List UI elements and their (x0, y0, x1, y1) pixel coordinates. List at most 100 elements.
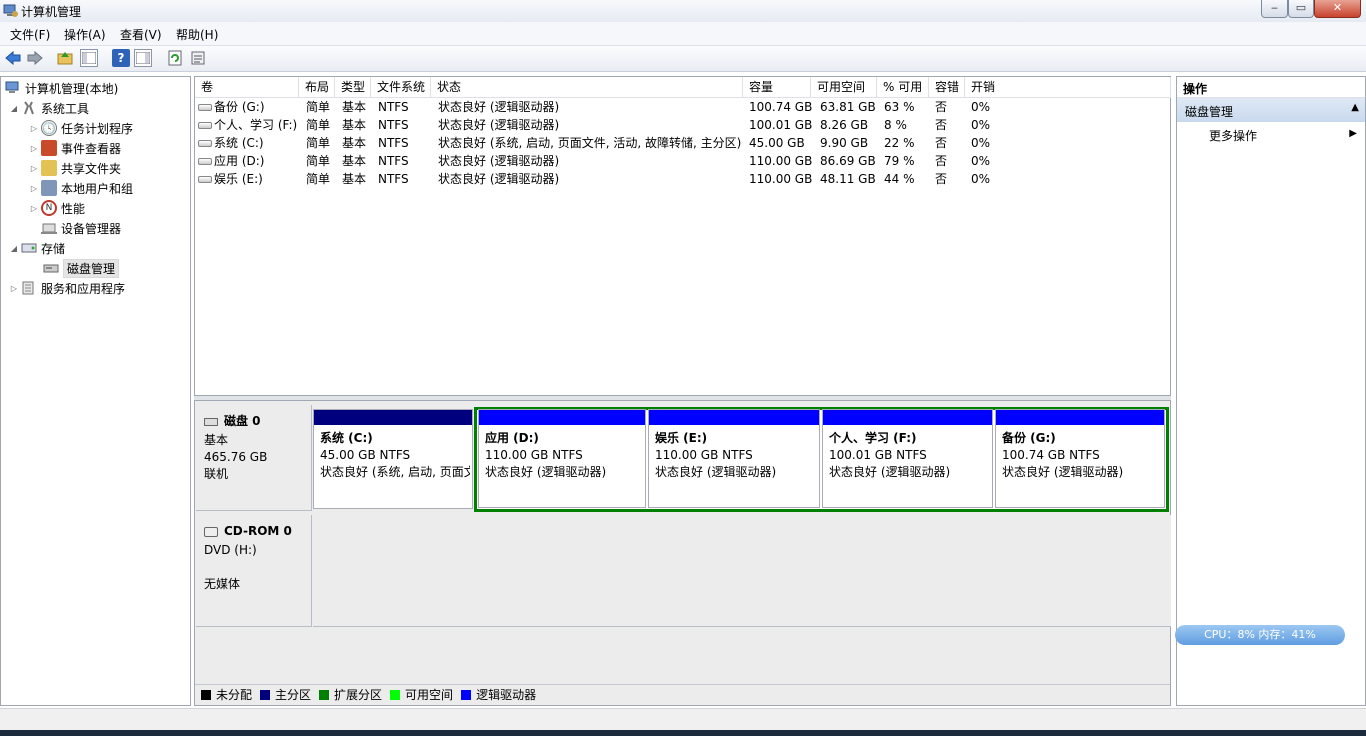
cdrom-kind: DVD (H:) (204, 543, 257, 557)
legend-item: 逻辑驱动器 (461, 686, 536, 703)
volume-status: 状态良好 (系统, 启动, 页面文件, 活动, 故障转储, 主分区) (438, 136, 742, 150)
column-header-layout[interactable]: 布局 (299, 77, 335, 98)
maximize-button[interactable]: ▭ (1288, 0, 1314, 18)
tree-item-label: 共享文件夹 (61, 161, 122, 176)
legend-item: 可用空间 (390, 686, 453, 703)
close-button[interactable]: ✕ (1314, 0, 1361, 18)
collapsed-arrow-icon[interactable]: ▷ (29, 164, 39, 173)
partition-g[interactable]: 备份 (G:) 100.74 GB NTFS 状态良好 (逻辑驱动器) (995, 409, 1165, 508)
table-row[interactable]: 个人、学习 (F:) (198, 116, 298, 134)
table-row[interactable]: 备份 (G:) (198, 98, 298, 116)
partition-bar (649, 410, 819, 425)
hard-disk-icon (204, 417, 218, 426)
expanded-arrow-icon[interactable]: ◢ (9, 244, 19, 253)
column-header-filesystem[interactable]: 文件系统 (371, 77, 431, 98)
more-actions-item[interactable]: 更多操作 ▶ (1177, 125, 1365, 145)
volume-overhead: 0% (971, 100, 991, 114)
tree-item-system-tools[interactable]: ◢ 系统工具 (9, 98, 89, 118)
table-row[interactable]: 娱乐 (E:) (198, 170, 298, 188)
volume-overhead: 0% (971, 154, 991, 168)
partition-status: 状态良好 (系统, 启动, 页面文件, 活动, 故障转储, 主分区) (320, 465, 470, 479)
volume-capacity: 110.00 GB (749, 172, 813, 186)
volume-fault-tolerance: 否 (935, 136, 948, 150)
partition-c[interactable]: 系统 (C:) 45.00 GB NTFS 状态良好 (系统, 启动, 页面文件, … (313, 409, 473, 509)
partition-name: 个人、学习 (F:) (829, 431, 917, 445)
cdrom-media-area[interactable] (313, 515, 1171, 627)
device-manager-icon (41, 220, 57, 236)
volume-filesystem: NTFS (378, 172, 409, 186)
cdrom-0-label[interactable]: CD-ROM 0 DVD (H:) 无媒体 (196, 515, 312, 627)
disk-0-label[interactable]: 磁盘 0 基本 465.76 GB 联机 (196, 405, 312, 511)
actions-section-label: 磁盘管理 (1185, 105, 1234, 119)
volume-fault-tolerance: 否 (935, 172, 948, 186)
disk-size: 465.76 GB (204, 450, 268, 464)
volume-percent-free: 79 % (884, 154, 915, 168)
actions-section-disk-management[interactable]: 磁盘管理 ▲ (1177, 98, 1365, 122)
tree-item-disk-management[interactable]: 磁盘管理 (41, 258, 120, 278)
volume-free: 9.90 GB (820, 136, 869, 150)
volume-status: 状态良好 (逻辑驱动器) (438, 154, 560, 168)
properties-icon[interactable] (134, 49, 152, 67)
collapsed-arrow-icon[interactable]: ▷ (9, 284, 19, 293)
back-icon[interactable] (4, 49, 22, 67)
volume-free: 8.26 GB (820, 118, 869, 132)
tree-item-device-manager[interactable]: 设备管理器 (39, 218, 121, 238)
table-row[interactable]: 系统 (C:) (198, 134, 298, 152)
refresh-icon[interactable] (166, 49, 184, 67)
collapse-arrow-icon[interactable]: ▲ (1351, 102, 1359, 113)
column-header-type[interactable]: 类型 (335, 77, 371, 98)
collapsed-arrow-icon[interactable]: ▷ (29, 144, 39, 153)
menu-help[interactable]: 帮助(H) (176, 26, 218, 43)
submenu-arrow-icon: ▶ (1349, 128, 1357, 139)
partition-d[interactable]: 应用 (D:) 110.00 GB NTFS 状态良好 (逻辑驱动器) (478, 409, 646, 508)
help-icon[interactable]: ? (112, 49, 130, 67)
volume-percent-free: 44 % (884, 172, 915, 186)
table-row[interactable]: 应用 (D:) (198, 152, 298, 170)
column-header-overhead[interactable]: 开销 (965, 77, 1171, 98)
performance-icon: N (41, 200, 57, 216)
menu-view[interactable]: 查看(V) (120, 26, 162, 43)
cpu-memory-widget[interactable]: CPU：8% 内存：41% (1175, 625, 1345, 645)
collapsed-arrow-icon[interactable]: ▷ (29, 124, 39, 133)
volume-name: 个人、学习 (F:) (214, 118, 298, 132)
tree-item-local-users[interactable]: ▷ 本地用户和组 (29, 178, 133, 198)
tree-item-label: 服务和应用程序 (41, 281, 126, 296)
expanded-arrow-icon[interactable]: ◢ (9, 104, 19, 113)
tree-item-services[interactable]: ▷ 服务和应用程序 (9, 278, 125, 298)
column-header-fault-tolerance[interactable]: 容错 (929, 77, 965, 98)
tree-item-shared-folders[interactable]: ▷ 共享文件夹 (29, 158, 121, 178)
show-hide-tree-icon[interactable] (80, 49, 98, 67)
disk-title: 磁盘 0 (224, 414, 261, 428)
partition-status: 状态良好 (逻辑驱动器) (485, 465, 607, 479)
up-icon[interactable] (56, 49, 74, 67)
tree-item-task-scheduler[interactable]: ▷ 🕓 任务计划程序 (29, 118, 133, 138)
column-header-status[interactable]: 状态 (431, 77, 743, 98)
forward-icon[interactable] (26, 49, 44, 67)
volume-capacity: 45.00 GB (749, 136, 805, 150)
partition-f[interactable]: 个人、学习 (F:) 100.01 GB NTFS 状态良好 (逻辑驱动器) (822, 409, 993, 508)
menu-action[interactable]: 操作(A) (64, 26, 106, 43)
partition-bar (996, 410, 1164, 425)
export-icon[interactable] (189, 49, 207, 67)
tree-item-label: 任务计划程序 (61, 121, 134, 136)
volume-type: 基本 (342, 136, 367, 150)
partition-size: 110.00 GB NTFS (485, 448, 583, 462)
volume-filesystem: NTFS (378, 136, 409, 150)
column-header-volume[interactable]: 卷 (195, 77, 299, 98)
column-header-free-space[interactable]: 可用空间 (811, 77, 877, 98)
partition-status: 状态良好 (逻辑驱动器) (655, 465, 777, 479)
column-header-percent-free[interactable]: % 可用 (877, 77, 929, 98)
volume-type: 基本 (342, 100, 367, 114)
tree-item-performance[interactable]: ▷ N 性能 (29, 198, 85, 218)
tree-item-storage[interactable]: ◢ 存储 (9, 238, 65, 258)
volume-layout: 简单 (306, 118, 331, 132)
minimize-button[interactable]: ‒ (1261, 0, 1288, 18)
partition-e[interactable]: 娱乐 (E:) 110.00 GB NTFS 状态良好 (逻辑驱动器) (648, 409, 820, 508)
tree-item-computer-management[interactable]: 计算机管理(本地) (3, 78, 118, 98)
collapsed-arrow-icon[interactable]: ▷ (29, 204, 39, 213)
tree-item-event-viewer[interactable]: ▷ 事件查看器 (29, 138, 121, 158)
computer-management-icon (5, 80, 21, 96)
column-header-capacity[interactable]: 容量 (743, 77, 811, 98)
collapsed-arrow-icon[interactable]: ▷ (29, 184, 39, 193)
menu-file[interactable]: 文件(F) (10, 26, 50, 43)
